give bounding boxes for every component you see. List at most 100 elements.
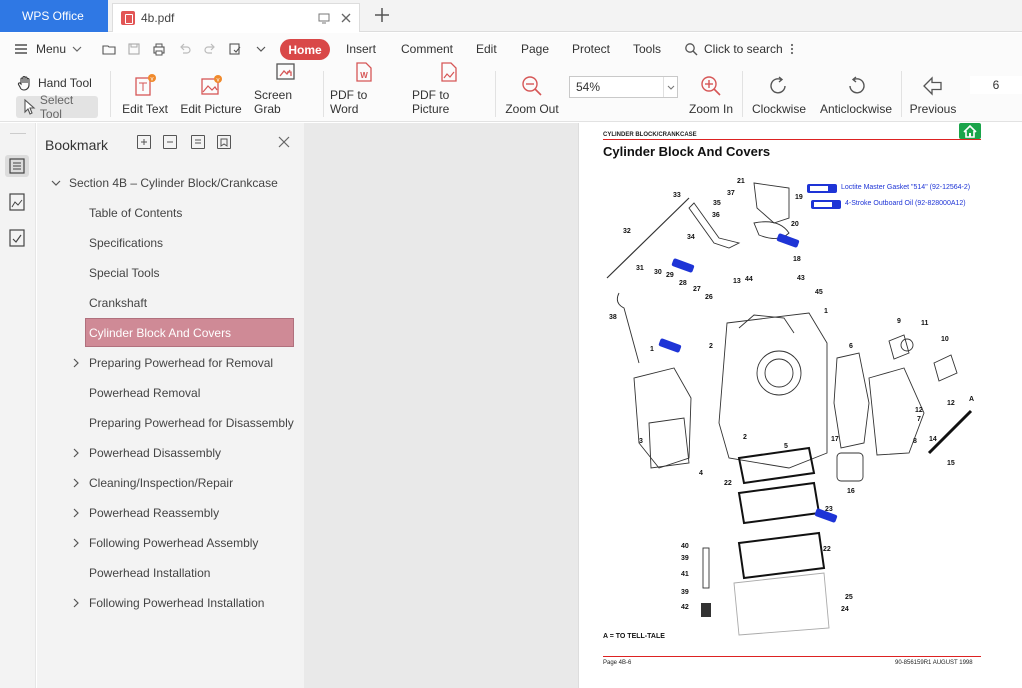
callout-label: 35 <box>713 200 721 207</box>
chevron-right-icon[interactable] <box>71 448 81 458</box>
edit-text-button[interactable]: v Edit Text <box>122 65 168 122</box>
wps-office-tab[interactable]: WPS Office <box>0 0 108 32</box>
bookmark-item[interactable]: Preparing Powerhead for Disassembly <box>37 408 304 438</box>
bookmark-panel-title: Bookmark <box>45 137 109 153</box>
chevron-right-icon[interactable] <box>71 358 81 368</box>
tab-protect[interactable]: Protect <box>572 33 610 65</box>
main-menu-button[interactable]: Menu <box>14 33 82 65</box>
bookmark-item[interactable]: Powerhead Removal <box>37 378 304 408</box>
select-tool-button[interactable]: Select Tool <box>16 93 98 121</box>
callout-label: 43 <box>797 275 805 282</box>
previous-label: Previous <box>909 102 957 116</box>
callout-label: 44 <box>745 276 753 283</box>
chevron-right-icon[interactable] <box>71 508 81 518</box>
bookmark-item[interactable]: Powerhead Installation <box>37 558 304 588</box>
bookmark-item[interactable]: Crankshaft <box>37 288 304 318</box>
screen-grab-button[interactable]: Screen Grab <box>254 63 318 122</box>
bookmark-settings-icon[interactable] <box>217 135 231 149</box>
anticlockwise-button[interactable]: Anticlockwise <box>818 65 894 122</box>
callout-label: 7 <box>917 416 921 423</box>
toolbar-divider <box>323 71 324 117</box>
save-icon[interactable] <box>127 42 141 56</box>
zoom-in-button[interactable]: Zoom In <box>688 65 734 122</box>
chevron-right-icon[interactable] <box>71 598 81 608</box>
quick-access-dropdown-icon[interactable] <box>254 42 268 56</box>
close-tab-icon[interactable] <box>339 11 353 25</box>
callout-label: 31 <box>636 265 644 272</box>
float-window-icon[interactable] <box>317 11 331 25</box>
bookmark-item[interactable]: Cylinder Block And Covers <box>37 318 304 348</box>
select-tool-label: Select Tool <box>39 93 74 121</box>
bookmark-item[interactable]: Cleaning/Inspection/Repair <box>37 468 304 498</box>
page-footer-right: 90-856159R1 AUGUST 1998 <box>895 660 973 666</box>
more-options-icon[interactable] <box>789 42 795 56</box>
callout-label: 6 <box>849 343 853 350</box>
chevron-right-icon[interactable] <box>71 538 81 548</box>
annotation-panel-icon[interactable] <box>5 227 29 249</box>
cursor-arrow-icon <box>24 98 36 115</box>
bookmark-item[interactable]: Table of Contents <box>37 198 304 228</box>
callout-label: 38 <box>609 314 617 321</box>
callout-label: 18 <box>793 256 801 263</box>
convert-icon[interactable] <box>228 42 242 56</box>
tab-page[interactable]: Page <box>521 33 549 65</box>
callout-label: 20 <box>791 221 799 228</box>
callout-label: 19 <box>795 194 803 201</box>
bookmark-item[interactable]: Specifications <box>37 228 304 258</box>
callout-label: 24 <box>841 606 849 613</box>
redo-icon[interactable] <box>203 42 217 56</box>
open-folder-icon[interactable] <box>102 42 116 56</box>
zoom-level-select[interactable]: 54% <box>569 76 678 98</box>
screen-grab-icon <box>274 60 298 84</box>
pdf-to-word-icon: W <box>352 60 376 84</box>
hand-tool-button[interactable]: Hand Tool <box>16 73 92 93</box>
rotate-clockwise-icon <box>767 74 791 98</box>
zoom-dropdown-icon[interactable] <box>663 77 677 97</box>
clockwise-button[interactable]: Clockwise <box>751 65 807 122</box>
toolbar-divider <box>110 71 111 117</box>
bookmark-item-label: Preparing Powerhead for Removal <box>89 356 274 370</box>
zoom-out-button[interactable]: Zoom Out <box>504 65 560 122</box>
bookmark-item[interactable]: Section 4B – Cylinder Block/Crankcase <box>37 168 304 198</box>
thumbnail-panel-icon[interactable] <box>5 191 29 213</box>
previous-page-button[interactable]: Previous <box>908 65 958 122</box>
undo-icon[interactable] <box>178 42 192 56</box>
tab-home[interactable]: Home <box>280 39 330 60</box>
document-tab[interactable]: 4b.pdf <box>112 3 360 32</box>
bookmark-item[interactable]: Preparing Powerhead for Removal <box>37 348 304 378</box>
callout-label: 1 <box>650 346 654 353</box>
zoom-out-label: Zoom Out <box>505 102 559 116</box>
bookmark-item-label: Table of Contents <box>89 206 183 220</box>
bookmark-item[interactable]: Special Tools <box>37 258 304 288</box>
close-icon[interactable] <box>277 135 291 149</box>
add-bookmark-icon[interactable] <box>191 135 205 149</box>
new-tab-plus-icon[interactable] <box>372 5 392 25</box>
edit-picture-button[interactable]: v Edit Picture <box>180 65 242 122</box>
document-viewport[interactable]: CYLINDER BLOCK/CRANKCASE Cylinder Block … <box>304 123 1022 688</box>
lifting-bracket <box>688 202 741 249</box>
chevron-down-icon[interactable] <box>51 178 61 188</box>
gasket <box>737 481 821 525</box>
callout-label: 36 <box>712 212 720 219</box>
bookmark-item[interactable]: Powerhead Reassembly <box>37 498 304 528</box>
expand-all-icon[interactable] <box>137 135 151 149</box>
bookmark-item-label: Cleaning/Inspection/Repair <box>89 476 234 490</box>
collapse-all-icon[interactable] <box>163 135 177 149</box>
tab-edit[interactable]: Edit <box>476 33 497 65</box>
pdf-to-word-button[interactable]: W PDF to Word <box>330 62 398 122</box>
bookmark-item[interactable]: Powerhead Disassembly <box>37 438 304 468</box>
diagram-note: A = TO TELL-TALE <box>603 633 665 640</box>
bookmark-item[interactable]: Following Powerhead Assembly <box>37 528 304 558</box>
chevron-right-icon[interactable] <box>71 478 81 488</box>
print-icon[interactable] <box>152 42 166 56</box>
lower-crankcase <box>733 572 830 636</box>
search-box[interactable]: Click to search <box>684 33 795 65</box>
pdf-file-icon <box>121 11 135 25</box>
oil-filter <box>836 452 864 482</box>
bookmark-panel-icon[interactable] <box>5 155 29 177</box>
pdf-to-picture-button[interactable]: PDF to Picture <box>412 62 486 122</box>
bookmark-item[interactable]: Following Powerhead Installation <box>37 588 304 618</box>
sealant-tube <box>776 233 800 248</box>
tab-tools[interactable]: Tools <box>633 33 661 65</box>
page-number-input[interactable]: 6 <box>970 76 1022 94</box>
